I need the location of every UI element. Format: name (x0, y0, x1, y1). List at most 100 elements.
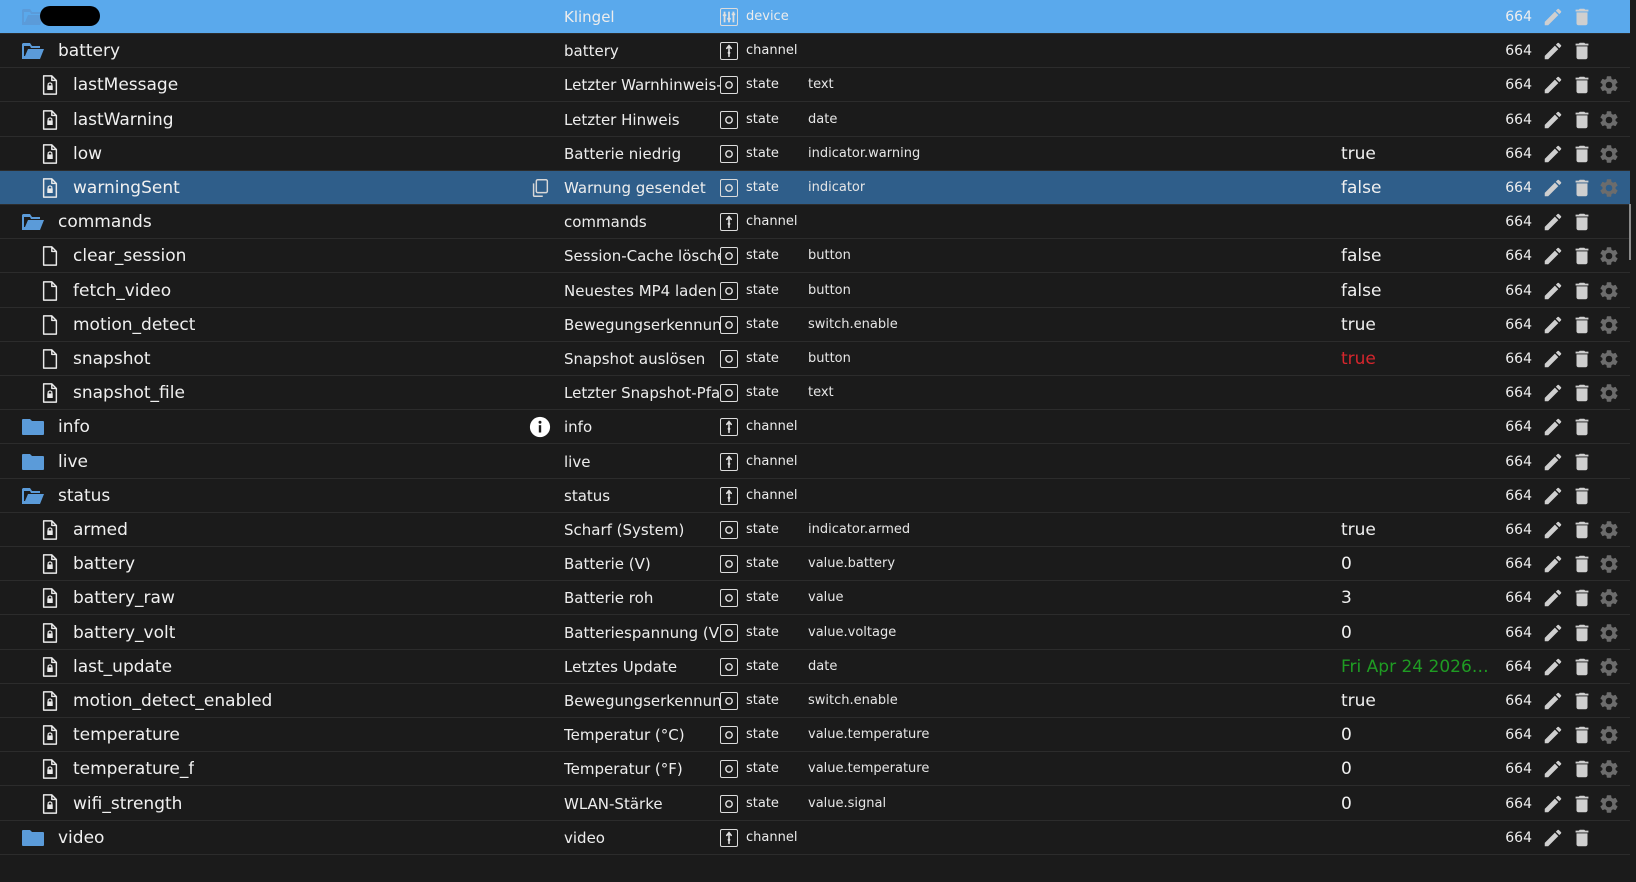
object-id[interactable]: warningSent (73, 171, 180, 205)
table-row[interactable]: video video channel 664 (0, 821, 1630, 855)
delete-icon[interactable] (1571, 314, 1593, 336)
edit-icon[interactable] (1542, 622, 1564, 644)
table-row[interactable]: armed Scharf (System) state indicator.armed… (0, 513, 1630, 547)
gear-icon[interactable] (1598, 245, 1620, 267)
table-row[interactable]: battery Batterie (V) state value.battery 0 66… (0, 547, 1630, 582)
table-row[interactable]: lastMessage Letzter Warnhinweis-... state t… (0, 68, 1630, 103)
gear-icon[interactable] (1598, 280, 1620, 302)
edit-icon[interactable] (1542, 143, 1564, 165)
delete-icon[interactable] (1571, 382, 1593, 404)
table-row[interactable]: status status channel 664 (0, 479, 1630, 513)
edit-icon[interactable] (1542, 758, 1564, 780)
object-value[interactable]: true (1341, 513, 1491, 547)
delete-icon[interactable] (1571, 587, 1593, 609)
gear-icon[interactable] (1598, 314, 1620, 336)
table-row[interactable]: lastWarning Letzter Hinweis state date 664 (0, 103, 1630, 137)
gear-icon[interactable] (1598, 143, 1620, 165)
delete-icon[interactable] (1571, 827, 1593, 849)
folder-open-icon[interactable] (20, 486, 46, 506)
object-id[interactable]: battery_volt (73, 616, 175, 650)
gear-icon[interactable] (1598, 587, 1620, 609)
object-value[interactable]: true (1341, 342, 1491, 376)
table-row[interactable]: clear_session Session-Cache löschen state b… (0, 239, 1630, 274)
edit-icon[interactable] (1542, 553, 1564, 575)
folder-closed-icon[interactable] (20, 828, 46, 848)
table-row[interactable]: commands commands channel 664 (0, 205, 1630, 240)
table-row[interactable]: motion_detect_enabled Bewegungserkennung s… (0, 684, 1630, 718)
object-value[interactable]: false (1341, 239, 1491, 273)
info-icon[interactable] (529, 416, 551, 438)
delete-icon[interactable] (1571, 40, 1593, 62)
edit-icon[interactable] (1542, 109, 1564, 131)
table-row[interactable]: battery_volt Batteriespannung (V) state val… (0, 616, 1630, 650)
folder-closed-icon[interactable] (20, 417, 46, 437)
object-value[interactable]: false (1341, 274, 1491, 308)
object-id[interactable]: motion_detect (73, 308, 195, 342)
edit-icon[interactable] (1542, 211, 1564, 233)
object-value[interactable]: Fri Apr 24 2026 2... (1341, 650, 1491, 684)
table-row[interactable]: low Batterie niedrig state indicator.warnin… (0, 137, 1630, 171)
object-id[interactable]: clear_session (73, 239, 186, 273)
delete-icon[interactable] (1571, 6, 1593, 28)
delete-icon[interactable] (1571, 758, 1593, 780)
edit-icon[interactable] (1542, 656, 1564, 678)
delete-icon[interactable] (1571, 793, 1593, 815)
edit-icon[interactable] (1542, 827, 1564, 849)
gear-icon[interactable] (1598, 519, 1620, 541)
delete-icon[interactable] (1571, 211, 1593, 233)
edit-icon[interactable] (1542, 416, 1564, 438)
folder-open-icon[interactable] (20, 212, 46, 232)
edit-icon[interactable] (1542, 348, 1564, 370)
object-value[interactable]: 0 (1341, 547, 1491, 581)
object-id[interactable]: armed (73, 513, 128, 547)
object-value[interactable]: true (1341, 684, 1491, 718)
gear-icon[interactable] (1598, 348, 1620, 370)
object-id[interactable]: temperature_f (73, 752, 194, 786)
table-row[interactable]: info info channel 664 (0, 410, 1630, 445)
object-value[interactable]: true (1341, 137, 1491, 171)
edit-icon[interactable] (1542, 519, 1564, 541)
delete-icon[interactable] (1571, 724, 1593, 746)
table-row[interactable]: live live channel 664 (0, 445, 1630, 479)
object-id[interactable]: lastWarning (73, 103, 174, 137)
object-value[interactable]: false (1341, 171, 1491, 205)
delete-icon[interactable] (1571, 622, 1593, 644)
object-id[interactable]: status (58, 479, 110, 513)
edit-icon[interactable] (1542, 690, 1564, 712)
object-value[interactable]: 0 (1341, 787, 1491, 821)
gear-icon[interactable] (1598, 177, 1620, 199)
delete-icon[interactable] (1571, 280, 1593, 302)
edit-icon[interactable] (1542, 382, 1564, 404)
delete-icon[interactable] (1571, 143, 1593, 165)
delete-icon[interactable] (1571, 690, 1593, 712)
edit-icon[interactable] (1542, 40, 1564, 62)
object-id[interactable]: fetch_video (73, 274, 171, 308)
table-row[interactable]: fetch_video Neuestes MP4 laden state button… (0, 274, 1630, 308)
delete-icon[interactable] (1571, 74, 1593, 96)
gear-icon[interactable] (1598, 758, 1620, 780)
object-id[interactable]: temperature (73, 718, 180, 752)
object-id[interactable]: last_update (73, 650, 172, 684)
scrollbar[interactable] (1629, 204, 1631, 260)
table-row[interactable]: snapshot Snapshot auslösen state button true… (0, 342, 1630, 376)
object-id[interactable]: lastMessage (73, 68, 178, 102)
delete-icon[interactable] (1571, 416, 1593, 438)
object-id[interactable]: low (73, 137, 102, 171)
edit-icon[interactable] (1542, 485, 1564, 507)
object-id[interactable]: snapshot_file (73, 376, 185, 410)
table-row[interactable]: motion_detect Bewegungserkennun... state sw… (0, 308, 1630, 342)
edit-icon[interactable] (1542, 245, 1564, 267)
delete-icon[interactable] (1571, 553, 1593, 575)
edit-icon[interactable] (1542, 451, 1564, 473)
edit-icon[interactable] (1542, 177, 1564, 199)
gear-icon[interactable] (1598, 690, 1620, 712)
table-row[interactable]: last_update Letztes Update state date Fri Ap… (0, 650, 1630, 684)
table-row[interactable]: battery battery channel 664 (0, 34, 1630, 69)
gear-icon[interactable] (1598, 382, 1620, 404)
folder-closed-icon[interactable] (20, 452, 46, 472)
object-id[interactable]: video (58, 821, 104, 855)
copy-icon[interactable] (529, 177, 551, 199)
object-id[interactable]: snapshot (73, 342, 151, 376)
object-id[interactable]: wifi_strength (73, 787, 182, 821)
table-row[interactable]: battery_raw Batterie roh state value 3 664 (0, 581, 1630, 616)
